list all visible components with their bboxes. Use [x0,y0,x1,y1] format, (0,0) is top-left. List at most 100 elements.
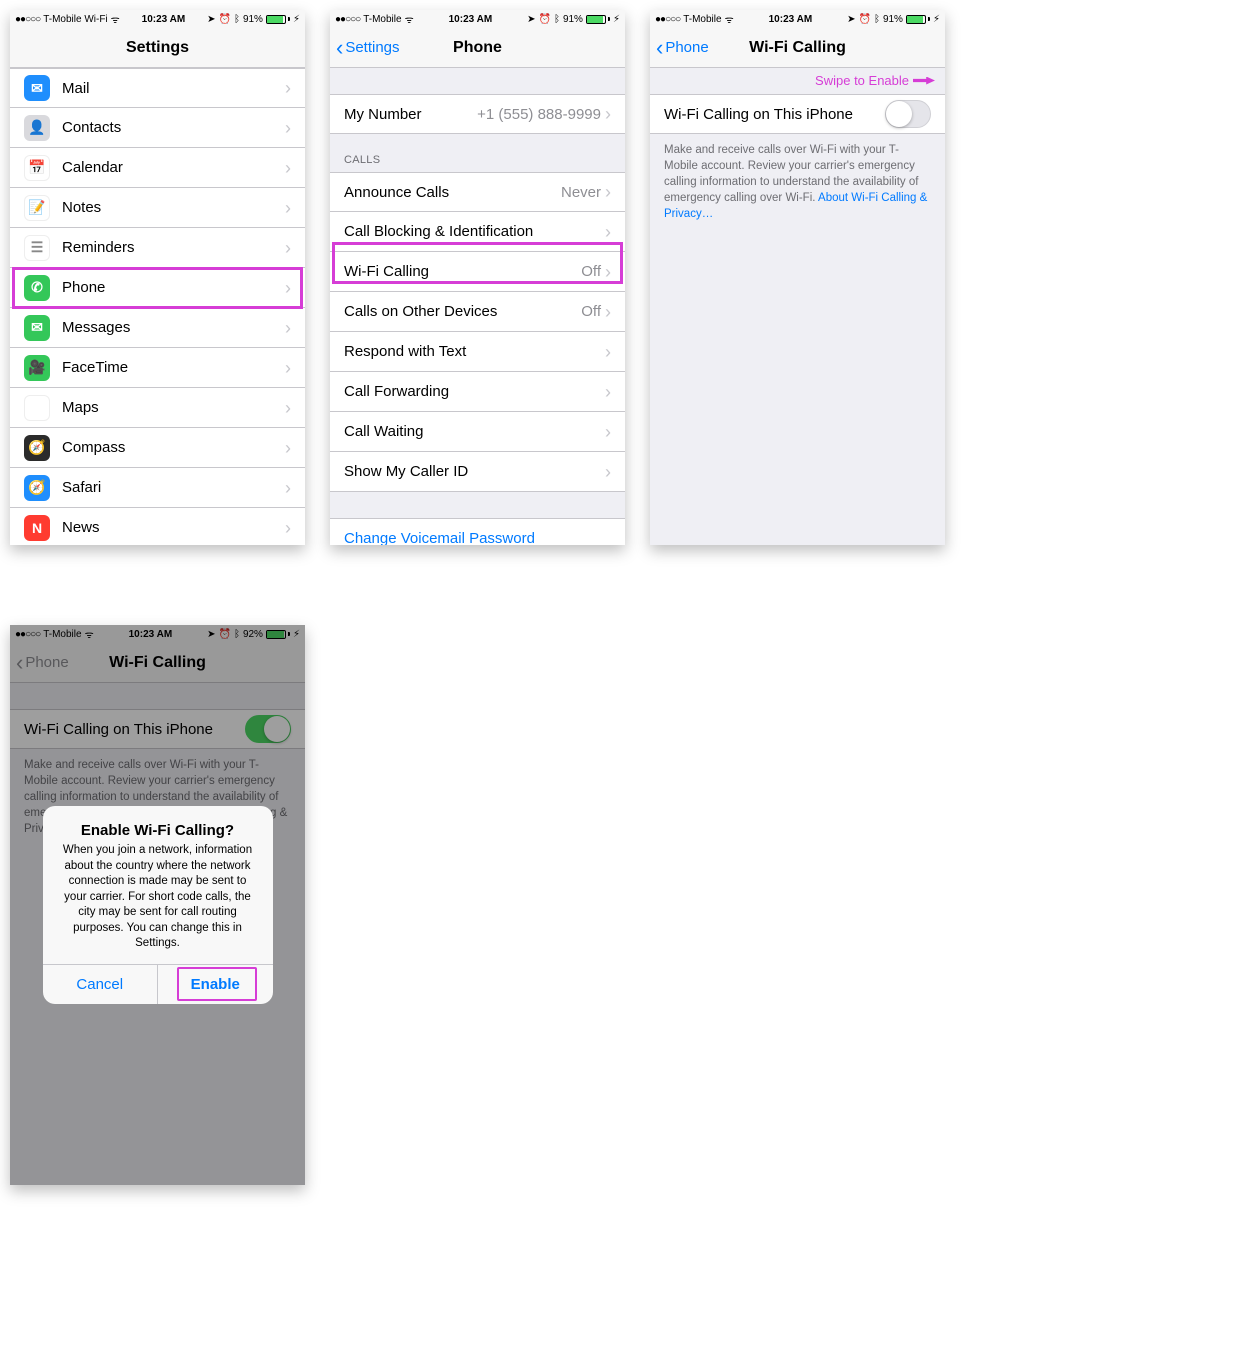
row-label: Show My Caller ID [344,463,605,480]
highlight-enable-button [177,967,257,1001]
screenshot-settings: ●●○○○ T-Mobile Wi-Fi ᯤ 10:23 AM ➤ ⏰ ᛒ 91… [10,10,305,545]
clock: 10:23 AM [449,14,493,25]
back-button[interactable]: ‹Phone [656,39,709,56]
battery-pct: 91% [243,14,263,25]
row-wifi-calling-toggle[interactable]: Wi-Fi Calling on This iPhone [650,94,945,134]
alarm-icon: ⏰ [858,14,870,25]
row-value: Off [581,303,601,320]
row-call-blocking[interactable]: Call Blocking & Identification› [330,212,625,252]
location-icon: ➤ [847,14,855,25]
row-messages[interactable]: ✉︎Messages› [10,308,305,348]
row-label: Contacts [62,119,285,136]
row-label: Call Waiting [344,423,605,440]
notes-icon: 📝 [24,195,50,221]
facetime-icon: 🎥 [24,355,50,381]
wifi-icon: ᯤ [405,12,414,26]
row-other-devices[interactable]: Calls on Other DevicesOff› [330,292,625,332]
page-title: Wi-Fi Calling [749,39,846,57]
carrier-label: T-Mobile [683,14,721,25]
alarm-icon: ⏰ [538,14,550,25]
modal-overlay: Enable Wi-Fi Calling? When you join a ne… [10,625,305,1185]
row-label: News [62,519,285,536]
row-label: Announce Calls [344,184,561,201]
maps-icon: 🗺 [24,395,50,421]
bluetooth-icon: ᛒ [554,14,560,25]
row-news[interactable]: NNews› [10,508,305,545]
bluetooth-icon: ᛒ [874,14,880,25]
back-label: Phone [665,39,708,56]
toggle-switch[interactable] [885,100,931,128]
row-label: Maps [62,399,285,416]
carrier-label: T-Mobile Wi-Fi [43,14,107,25]
wifi-icon: ᯤ [111,12,120,26]
row-facetime[interactable]: 🎥FaceTime› [10,348,305,388]
row-compass[interactable]: 🧭Compass› [10,428,305,468]
swipe-hint: Swipe to Enable [815,73,935,88]
row-phone[interactable]: ✆Phone› [10,268,305,308]
compass-icon: 🧭 [24,435,50,461]
battery-pct: 91% [563,14,583,25]
news-icon: N [24,515,50,541]
row-caller-id[interactable]: Show My Caller ID› [330,452,625,492]
alarm-icon: ⏰ [218,14,230,25]
mail-icon: ✉︎ [24,75,50,101]
row-label: Safari [62,479,285,496]
signal-icon: ●●○○○ [655,14,680,25]
carrier-label: T-Mobile [363,14,401,25]
charging-icon: ⚡︎ [933,14,940,25]
row-wifi-calling[interactable]: Wi-Fi CallingOff› [330,252,625,292]
switch-knob [886,101,912,127]
row-label: Calendar [62,159,285,176]
back-label: Settings [345,39,399,56]
row-label: Reminders [62,239,285,256]
row-label: Wi-Fi Calling [344,263,581,280]
location-icon: ➤ [207,14,215,25]
phone-icon: ✆ [24,275,50,301]
row-change-voicemail[interactable]: Change Voicemail Password [330,518,625,545]
nav-bar: Settings [10,28,305,68]
location-icon: ➤ [527,14,535,25]
battery-icon [586,15,610,24]
alert-message: When you join a network, information abo… [57,843,259,952]
row-respond-text[interactable]: Respond with Text› [330,332,625,372]
row-label: Wi-Fi Calling on This iPhone [664,106,885,123]
messages-icon: ✉︎ [24,315,50,341]
contacts-icon: 👤 [24,115,50,141]
row-value: Never [561,184,601,201]
battery-icon [906,15,930,24]
status-bar: ●●○○○ T-Mobile Wi-Fi ᯤ 10:23 AM ➤ ⏰ ᛒ 91… [10,10,305,28]
row-maps[interactable]: 🗺Maps› [10,388,305,428]
row-calendar[interactable]: 📅Calendar› [10,148,305,188]
row-contacts[interactable]: 👤Contacts› [10,108,305,148]
row-reminders[interactable]: ☰Reminders› [10,228,305,268]
row-call-waiting[interactable]: Call Waiting› [330,412,625,452]
back-button[interactable]: ‹Settings [336,39,400,56]
row-call-forwarding[interactable]: Call Forwarding› [330,372,625,412]
cancel-button[interactable]: Cancel [43,965,158,1004]
row-label: Respond with Text [344,343,605,360]
row-label: Mail [62,80,285,97]
row-announce-calls[interactable]: Announce CallsNever› [330,172,625,212]
section-header-calls: CALLS [330,134,625,172]
settings-list[interactable]: ✉︎Mail› 👤Contacts› 📅Calendar› 📝Notes› ☰R… [10,68,305,545]
row-label: Calls on Other Devices [344,303,581,320]
nav-bar: ‹Settings Phone [330,28,625,68]
row-label: Change Voicemail Password [344,530,611,546]
row-label: Compass [62,439,285,456]
hint-label: Swipe to Enable [815,73,909,88]
row-label: My Number [344,106,477,123]
row-label: Call Forwarding [344,383,605,400]
nav-bar: ‹Phone Wi-Fi Calling [650,28,945,68]
row-notes[interactable]: 📝Notes› [10,188,305,228]
arrow-right-icon [913,77,935,85]
row-mail[interactable]: ✉︎Mail› [10,68,305,108]
reminders-icon: ☰ [24,235,50,261]
page-title: Settings [126,39,189,57]
screenshot-wifi-calling-off: ●●○○○ T-Mobile ᯤ 10:23 AM ➤ ⏰ ᛒ 91% ⚡︎ ‹… [650,10,945,545]
row-label: Notes [62,199,285,216]
row-my-number[interactable]: My Number +1 (555) 888-9999 › [330,94,625,134]
bluetooth-icon: ᛒ [234,14,240,25]
signal-icon: ●●○○○ [15,14,40,25]
battery-pct: 91% [883,14,903,25]
row-safari[interactable]: 🧭Safari› [10,468,305,508]
